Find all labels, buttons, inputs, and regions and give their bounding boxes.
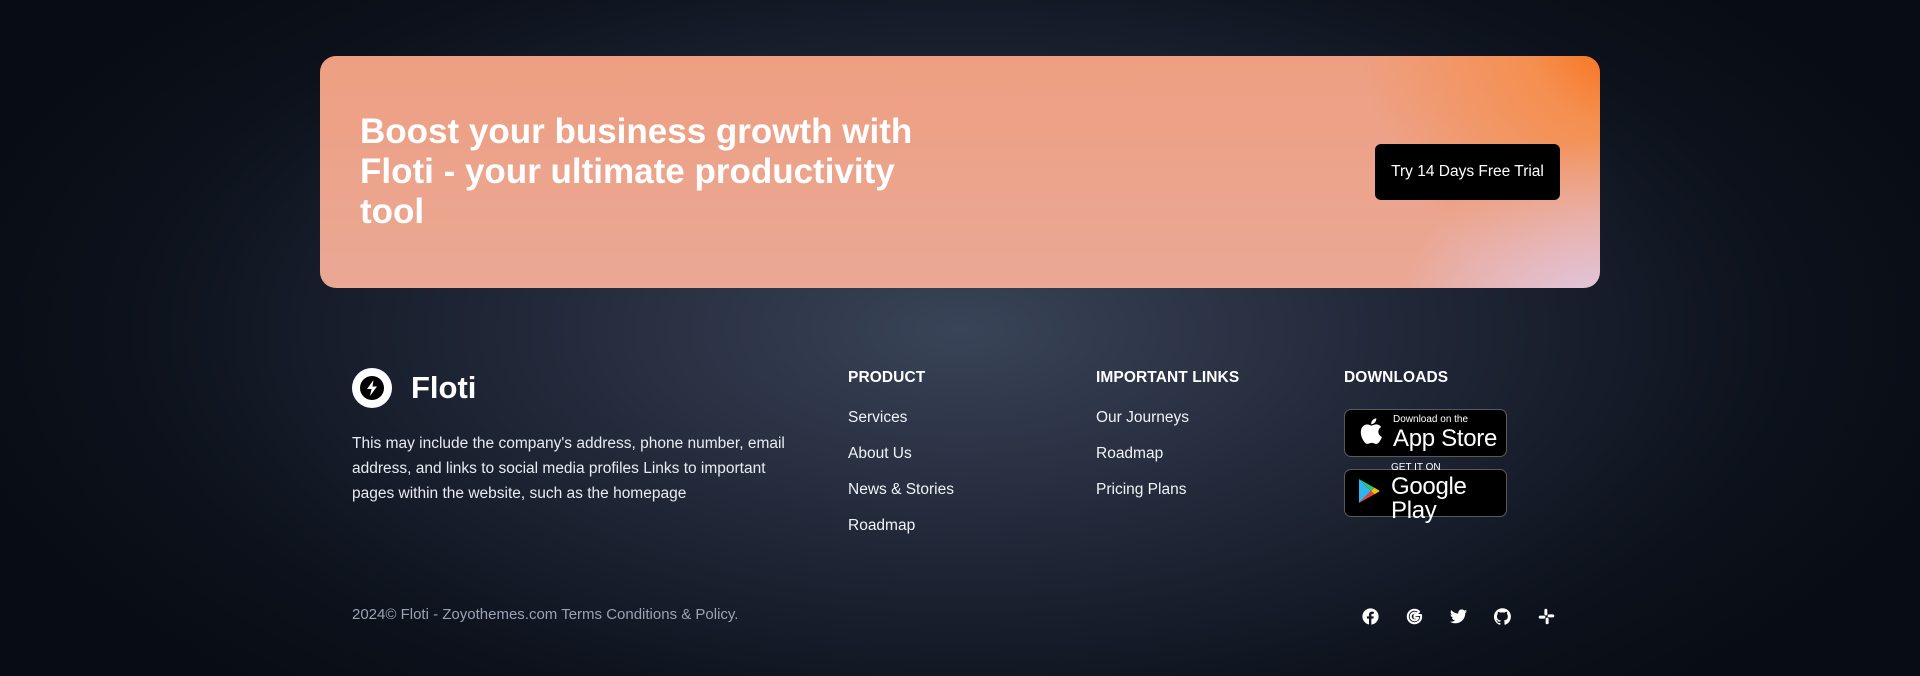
- footer-link[interactable]: Roadmap: [848, 517, 915, 534]
- downloads-heading: DOWNLOADS: [1344, 369, 1449, 386]
- brand-description: This may include the company's address, …: [352, 435, 785, 502]
- app-store-badge[interactable]: Download on the App Store: [1344, 409, 1507, 457]
- footer-link[interactable]: Our Journeys: [1096, 409, 1189, 426]
- facebook-icon[interactable]: [1356, 604, 1384, 628]
- footer-link-our-journeys[interactable]: Our Journeys: [1096, 409, 1239, 445]
- product-heading: PRODUCT: [848, 369, 926, 386]
- footer-link[interactable]: Services: [848, 409, 907, 426]
- footer-link-roadmap[interactable]: Roadmap: [848, 517, 954, 553]
- free-trial-button[interactable]: Try 14 Days Free Trial: [1375, 144, 1560, 200]
- slack-icon[interactable]: [1532, 604, 1560, 628]
- copyright-text: 2024© Floti - Zoyothemes.com Terms Condi…: [352, 606, 739, 623]
- cta-banner: Boost your business growth with Floti - …: [320, 56, 1600, 288]
- lightning-bolt-icon: [352, 368, 392, 408]
- footer-link[interactable]: Pricing Plans: [1096, 481, 1186, 498]
- cta-title: Boost your business growth with Floti - …: [360, 112, 913, 231]
- apple-icon: [1357, 416, 1383, 451]
- social-links: [1356, 604, 1576, 628]
- important-links-heading: IMPORTANT LINKS: [1096, 369, 1240, 386]
- downloads-column: DOWNLOADS Download on the App Store GET …: [1344, 369, 1507, 529]
- footer-brand[interactable]: Floti: [352, 368, 476, 408]
- footer-link[interactable]: News & Stories: [848, 481, 954, 498]
- footer-link-roadmap[interactable]: Roadmap: [1096, 445, 1239, 481]
- footer-link-news-stories[interactable]: News & Stories: [848, 481, 954, 517]
- github-icon[interactable]: [1488, 604, 1516, 628]
- google-play-badge[interactable]: GET IT ON Google Play: [1344, 463, 1507, 523]
- google-icon[interactable]: [1400, 604, 1428, 628]
- twitter-icon[interactable]: [1444, 604, 1472, 628]
- app-store-small-text: Download on the: [1393, 414, 1469, 425]
- footer-link[interactable]: Roadmap: [1096, 445, 1163, 462]
- google-play-label: Google Play: [1391, 473, 1467, 524]
- footer-link[interactable]: About Us: [848, 445, 912, 462]
- brand-name: Floti: [411, 370, 477, 405]
- app-store-label: App Store: [1393, 425, 1498, 452]
- google-play-small-text: GET IT ON: [1391, 462, 1441, 473]
- important-links-column: IMPORTANT LINKS Our Journeys Roadmap Pri…: [1096, 369, 1239, 517]
- google-play-icon: [1357, 478, 1381, 509]
- footer-link-pricing-plans[interactable]: Pricing Plans: [1096, 481, 1239, 517]
- footer-link-about-us[interactable]: About Us: [848, 445, 954, 481]
- footer-link-services[interactable]: Services: [848, 409, 954, 445]
- product-column: PRODUCT Services About Us News & Stories…: [848, 369, 954, 553]
